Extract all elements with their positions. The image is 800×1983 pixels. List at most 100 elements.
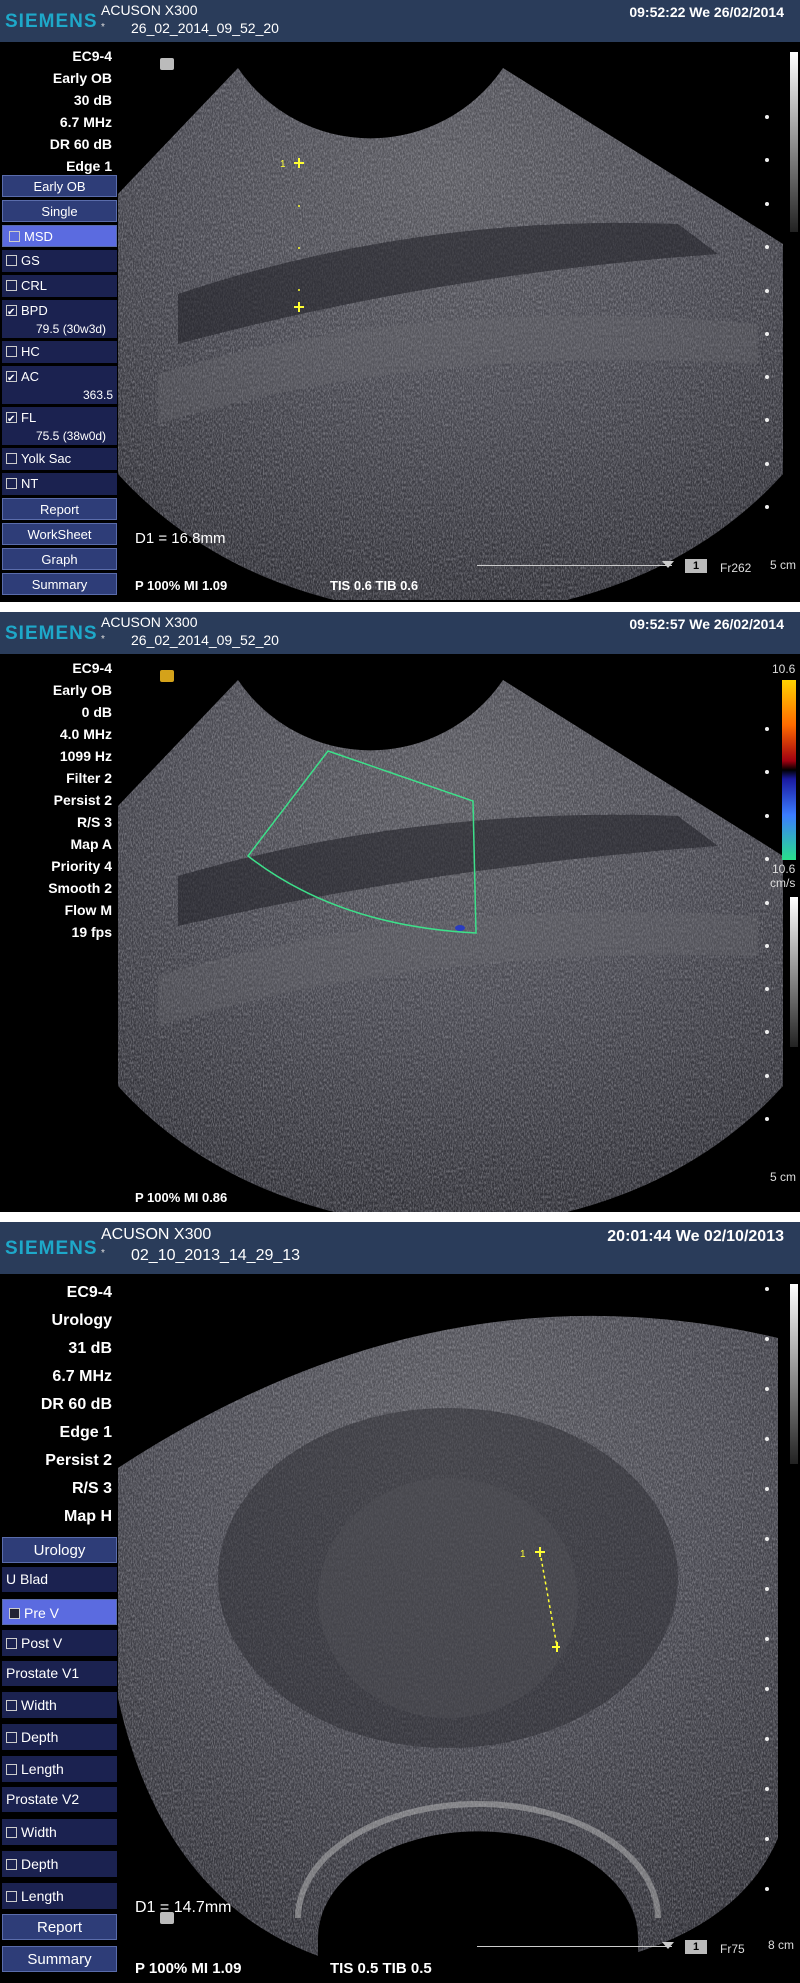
checkbox-icon [6,1732,17,1743]
menu-item-crl[interactable]: CRL [2,275,117,297]
param-gain: 30 dB [73,92,112,108]
param-dynamic-range: DR 60 dB [49,136,112,152]
checkbox-icon [6,478,17,489]
menu-item-label: Length [21,1888,64,1904]
menu-item-length-1[interactable]: Length [2,1756,117,1782]
caliper-label: 1 [520,1549,526,1560]
frame-number: 1 [685,559,707,573]
menu-item-label: Length [21,1761,64,1777]
menu-item-post-v[interactable]: Post V [2,1630,117,1656]
greyscale-bar [790,52,798,232]
ultrasound-screen-3: SIEMENS ACUSON X300 * 02_10_2013_14_29_1… [0,1222,800,1983]
menu-item-hc[interactable]: HC [2,341,117,363]
param-edge: Edge 1 [59,1424,112,1441]
menu-item-label: Depth [21,1856,59,1872]
menu-item-length-2[interactable]: Length [2,1883,117,1909]
param-transducer: EC9-4 [66,1284,112,1301]
sector-image [118,68,783,600]
frame-number: 1 [685,1940,707,1954]
summary-button[interactable]: Summary [2,1946,117,1972]
menu-item-gs[interactable]: GS [2,250,117,272]
caliper-measurement: 1 [280,158,304,312]
menu-item-fl[interactable]: FL [2,407,117,431]
color-velocity-bar [782,680,796,860]
menu-item-msd[interactable]: MSD [2,225,117,247]
menu-item-label: Depth [21,1729,59,1745]
system-model: ACUSON X300 [101,614,198,630]
report-button[interactable]: Report [2,498,117,520]
power-mi-readout: P 100% MI 1.09 [135,578,228,593]
depth-scale: 8 cm [768,1938,795,1952]
param-priority: Priority 4 [51,858,112,874]
title-bar: SIEMENS ACUSON X300 * 02_10_2013_14_29_1… [0,1222,800,1274]
summary-button[interactable]: Summary [2,573,117,595]
graph-button[interactable]: Graph [2,548,117,570]
velocity-scale-bottom: 10.6 [772,862,796,876]
sector-image [118,1315,778,1978]
cine-scrollbar[interactable] [477,565,672,566]
param-smooth: Smooth 2 [48,880,112,896]
checkbox-icon [6,346,17,357]
menu-item-label: NT [21,476,39,491]
brand-logo: SIEMENS [5,1238,98,1259]
menu-item-nt[interactable]: NT [2,473,117,495]
report-button[interactable]: Report [2,1914,117,1940]
app-button[interactable]: Early OB [2,175,117,197]
study-id: 26_02_2014_09_52_20 [131,632,279,648]
ultrasound-screen-1: SIEMENS ACUSON X300 * 26_02_2014_09_52_2… [0,0,800,602]
cine-scrollbar[interactable] [477,1946,672,1947]
menu-group-prostate-v1: Prostate V1 [2,1661,117,1686]
menu-item-ac[interactable]: AC [2,366,117,390]
checkbox-icon [6,1891,17,1902]
param-transducer: EC9-4 [72,48,112,64]
study-marker: * [101,22,105,33]
param-edge: Edge 1 [66,158,112,174]
menu-item-label: Post V [21,1635,63,1651]
probe-orientation-icon [160,1912,174,1924]
mode-button[interactable]: Single [2,200,117,222]
menu-group-prostate-v2: Prostate V2 [2,1787,117,1812]
menu-item-depth-2[interactable]: Depth [2,1851,117,1877]
separator [0,1212,800,1222]
menu-item-label: Yolk Sac [21,451,72,466]
cine-position-icon [662,561,674,568]
menu-item-width-2[interactable]: Width [2,1819,117,1845]
param-filter: Filter 2 [66,770,112,786]
checkbox-icon [9,231,20,242]
checked-icon [6,368,17,390]
study-id: 26_02_2014_09_52_20 [131,20,279,36]
checkbox-icon [6,1764,17,1775]
worksheet-button[interactable]: WorkSheet [2,523,117,545]
brand-logo: SIEMENS [5,623,98,644]
app-button[interactable]: Urology [2,1537,117,1563]
sector-image [118,680,783,1212]
menu-item-yolk-sac[interactable]: Yolk Sac [2,448,117,470]
menu-item-depth-1[interactable]: Depth [2,1724,117,1750]
param-frequency: 4.0 MHz [59,726,112,742]
study-id: 02_10_2013_14_29_13 [131,1247,301,1264]
tis-tib-readout: TIS 0.6 TIB 0.6 [330,578,419,593]
probe-orientation-icon [160,670,174,682]
menu-item-label: CRL [21,278,48,293]
menu-item-label: BPD [21,303,48,318]
menu-item-width-1[interactable]: Width [2,1692,117,1718]
param-map: Map A [70,836,112,852]
menu-item-label: HC [21,344,40,359]
menu-item-label: Width [21,1697,57,1713]
menu-item-label: MSD [24,229,53,244]
menu-item-bpd[interactable]: BPD [2,300,117,324]
param-rs: R/S 3 [71,1480,112,1497]
param-flow: Flow M [64,902,112,918]
param-rs: R/S 3 [76,814,112,830]
menu-item-label: GS [21,253,40,268]
power-mi-readout: P 100% MI 1.09 [135,1960,242,1977]
menu-item-pre-v[interactable]: Pre V [2,1599,117,1625]
cine-position-icon [662,1942,674,1949]
param-frequency: 6.7 MHz [59,114,112,130]
distance-measurement: D1 = 14.7mm [135,1899,232,1916]
power-mi-readout: P 100% MI 0.86 [135,1190,228,1205]
study-marker: * [101,634,105,645]
checkbox-icon [6,1859,17,1870]
checkbox-icon [6,1827,17,1838]
depth-scale: 5 cm [770,1170,797,1184]
